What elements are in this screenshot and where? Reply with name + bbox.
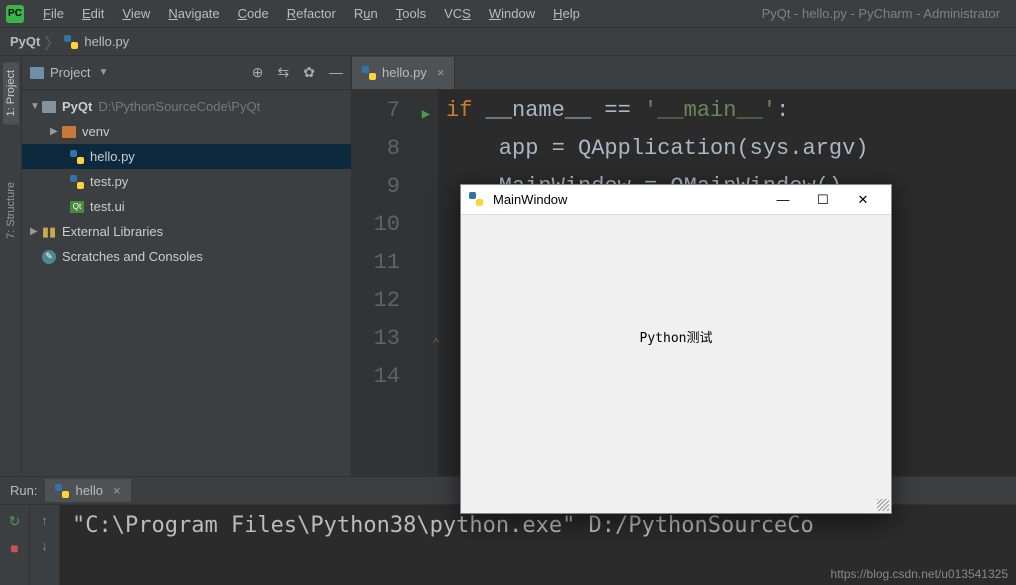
- close-icon[interactable]: ×: [113, 483, 121, 498]
- python-file-icon: [70, 150, 84, 164]
- tree-item-label: test.py: [90, 174, 128, 189]
- scratches-icon: ✎: [42, 250, 56, 264]
- popup-client-area: Python测试: [461, 215, 891, 513]
- menu-help[interactable]: Help: [544, 6, 589, 21]
- menu-vcs[interactable]: VCS: [435, 6, 480, 21]
- breadcrumb-bar: PyQt 〉 hello.py: [0, 28, 1016, 56]
- breadcrumb-file[interactable]: hello.py: [64, 34, 129, 49]
- tree-external-libs[interactable]: ▶ ▮▮ External Libraries: [22, 219, 351, 244]
- collapse-icon[interactable]: ⇆: [278, 64, 290, 81]
- project-icon: [30, 67, 44, 79]
- project-panel: Project ▼ ⊕ ⇆ ✿ — ▼ PyQt D:\PythonSource…: [22, 56, 352, 476]
- python-file-icon: [362, 66, 376, 80]
- maximize-button[interactable]: ☐: [803, 186, 843, 214]
- editor-tab-label: hello.py: [382, 65, 427, 80]
- library-icon: ▮▮: [42, 226, 56, 238]
- tree-root[interactable]: ▼ PyQt D:\PythonSourceCode\PyQt: [22, 94, 351, 119]
- app-icon: [469, 192, 485, 208]
- tool-tab-project[interactable]: 1: Project: [3, 62, 19, 124]
- close-tab-icon[interactable]: ×: [437, 65, 445, 80]
- close-button[interactable]: ✕: [843, 186, 883, 214]
- folder-icon: [42, 101, 56, 113]
- project-panel-title: Project: [50, 65, 90, 80]
- tree-item-label: test.ui: [90, 199, 125, 214]
- menu-code[interactable]: Code: [229, 6, 278, 21]
- settings-gear-icon[interactable]: ✿: [303, 64, 315, 81]
- down-icon[interactable]: ↓: [41, 538, 48, 553]
- caret-right-icon[interactable]: ▶: [50, 126, 62, 137]
- menu-edit[interactable]: Edit: [73, 6, 113, 21]
- run-gutter: ▶: [414, 90, 438, 476]
- python-file-icon: [64, 35, 78, 49]
- line-number-gutter: 7891011121314: [352, 90, 414, 476]
- python-file-icon: [70, 175, 84, 189]
- breadcrumb-separator-icon: 〉: [44, 30, 60, 54]
- menu-tools[interactable]: Tools: [387, 6, 435, 21]
- run-tab-label: hello: [75, 483, 102, 498]
- tree-item-hello[interactable]: hello.py: [22, 144, 351, 169]
- dropdown-icon[interactable]: ▼: [98, 67, 108, 78]
- folder-icon: [62, 126, 76, 138]
- minimize-button[interactable]: —: [763, 186, 803, 214]
- popup-label: Python测试: [640, 327, 713, 346]
- resize-grip-icon[interactable]: [877, 499, 889, 511]
- breadcrumb-root-label: PyQt: [10, 34, 40, 49]
- breadcrumb-root[interactable]: PyQt: [10, 34, 40, 49]
- hide-panel-icon[interactable]: —: [329, 64, 343, 81]
- fold-indicator-icon[interactable]: ⌃: [432, 326, 440, 364]
- rerun-icon[interactable]: ↻: [9, 513, 21, 530]
- tree-item-test-ui[interactable]: Qt test.ui: [22, 194, 351, 219]
- up-icon[interactable]: ↑: [41, 513, 48, 528]
- editor-tab-bar: hello.py ×: [352, 56, 1016, 90]
- menu-run[interactable]: Run: [345, 6, 387, 21]
- tree-item-label: External Libraries: [62, 224, 163, 239]
- tree-item-label: hello.py: [90, 149, 135, 164]
- project-tree: ▼ PyQt D:\PythonSourceCode\PyQt ▶ venv h…: [22, 90, 351, 273]
- run-toolbar-primary: ↻ ■: [0, 505, 30, 585]
- menu-bar: PC File Edit View Navigate Code Refactor…: [0, 0, 1016, 28]
- run-tab[interactable]: hello ×: [45, 479, 130, 502]
- ui-file-icon: Qt: [70, 201, 84, 213]
- run-title: Run:: [10, 483, 37, 498]
- pycharm-logo-icon: PC: [6, 5, 24, 23]
- tool-tab-structure[interactable]: 7: Structure: [3, 174, 19, 247]
- popup-titlebar[interactable]: MainWindow — ☐ ✕: [461, 185, 891, 215]
- menu-view[interactable]: View: [113, 6, 159, 21]
- left-tool-gutter: 1: Project 7: Structure: [0, 56, 22, 476]
- breadcrumb-file-label: hello.py: [84, 34, 129, 49]
- tree-item-label: venv: [82, 124, 109, 139]
- app-window-mainwindow: MainWindow — ☐ ✕ Python测试: [460, 184, 892, 514]
- tree-scratches[interactable]: ✎ Scratches and Consoles: [22, 244, 351, 269]
- menu-refactor[interactable]: Refactor: [278, 6, 345, 21]
- run-toolbar-secondary: ↑ ↓: [30, 505, 60, 585]
- caret-right-icon[interactable]: ▶: [30, 226, 42, 237]
- editor-tab-hello[interactable]: hello.py ×: [352, 57, 455, 89]
- menu-navigate[interactable]: Navigate: [159, 6, 228, 21]
- menu-window[interactable]: Window: [480, 6, 544, 21]
- tree-root-path: D:\PythonSourceCode\PyQt: [98, 99, 260, 114]
- caret-down-icon[interactable]: ▼: [30, 101, 42, 112]
- tree-item-venv[interactable]: ▶ venv: [22, 119, 351, 144]
- popup-title: MainWindow: [493, 192, 567, 207]
- watermark-url: https://blog.csdn.net/u013541325: [831, 567, 1008, 581]
- run-line-icon[interactable]: ▶: [414, 96, 438, 134]
- tree-item-test-py[interactable]: test.py: [22, 169, 351, 194]
- tree-item-label: Scratches and Consoles: [62, 249, 203, 264]
- locate-icon[interactable]: ⊕: [252, 64, 264, 81]
- stop-icon[interactable]: ■: [10, 540, 18, 556]
- window-title: PyQt - hello.py - PyCharm - Administrato…: [762, 6, 1000, 21]
- tree-root-label: PyQt: [62, 99, 92, 114]
- python-file-icon: [55, 484, 69, 498]
- project-panel-header: Project ▼ ⊕ ⇆ ✿ —: [22, 56, 351, 90]
- menu-file[interactable]: File: [34, 6, 73, 21]
